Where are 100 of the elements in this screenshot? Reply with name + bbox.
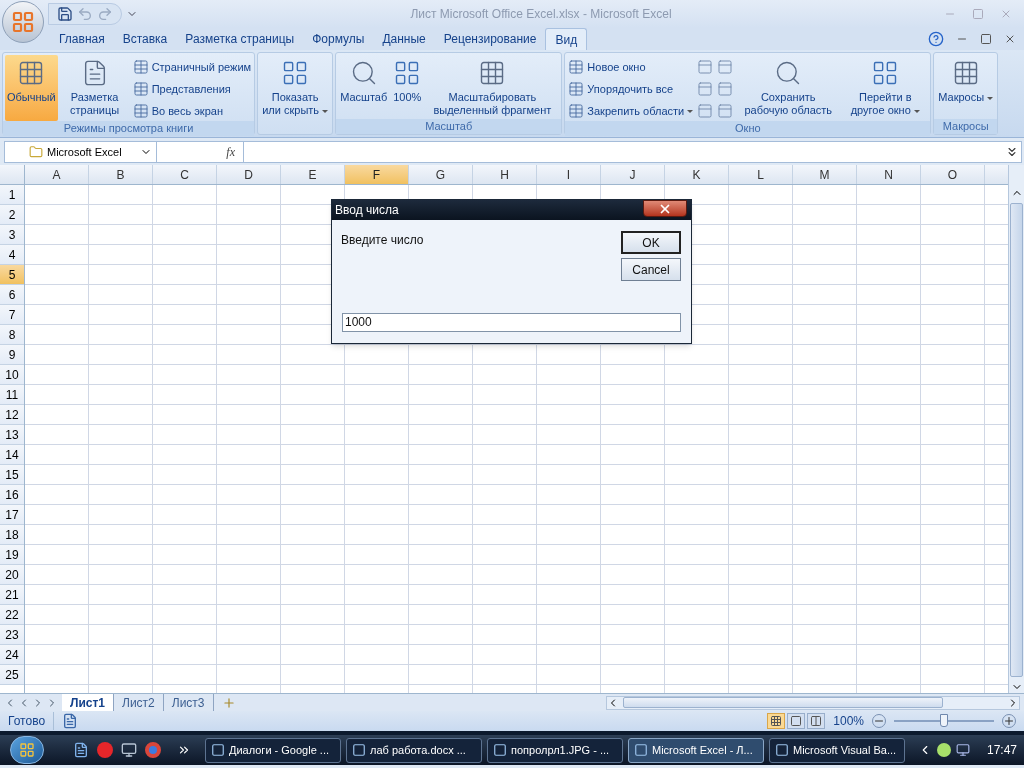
row-header[interactable]: 20 xyxy=(0,565,24,585)
ribbon-tab[interactable]: Главная xyxy=(50,28,114,50)
document-icon[interactable] xyxy=(73,742,89,758)
window-tool-button[interactable] xyxy=(696,57,715,77)
dialog-button[interactable]: OK xyxy=(621,231,681,254)
view-button[interactable] xyxy=(787,713,806,729)
ribbon-button[interactable]: Новое окно xyxy=(567,57,695,77)
row-header[interactable]: 19 xyxy=(0,545,24,565)
more-icon[interactable] xyxy=(177,743,191,757)
column-header[interactable]: F xyxy=(345,165,409,184)
taskbar-button[interactable]: Microsoft Excel - Л... xyxy=(628,737,764,763)
window-tool-button[interactable] xyxy=(716,57,735,77)
close-button[interactable] xyxy=(643,200,687,217)
taskbar-button[interactable]: попролрл1.JPG - ... xyxy=(487,737,623,763)
help-icon[interactable] xyxy=(928,31,944,47)
zoom-track[interactable] xyxy=(894,714,994,728)
dialog-button[interactable]: Cancel xyxy=(621,258,681,281)
row-header[interactable]: 13 xyxy=(0,425,24,445)
vertical-scrollbar[interactable] xyxy=(1008,165,1024,693)
ribbon-button[interactable]: Упорядочить все xyxy=(567,79,695,99)
column-header[interactable]: L xyxy=(729,165,793,184)
column-header[interactable]: C xyxy=(153,165,217,184)
row-header[interactable]: 17 xyxy=(0,505,24,525)
ribbon-tab[interactable]: Вид xyxy=(545,28,588,50)
row-header[interactable]: 25 xyxy=(0,665,24,685)
row-header[interactable]: 11 xyxy=(0,385,24,405)
view-button[interactable] xyxy=(767,713,786,729)
ribbon-button[interactable]: Масштаб xyxy=(338,55,390,119)
row-header[interactable]: 16 xyxy=(0,485,24,505)
row-header[interactable]: 22 xyxy=(0,605,24,625)
column-header[interactable]: H xyxy=(473,165,537,184)
cell-grid[interactable] xyxy=(25,185,1008,693)
window-tool-button[interactable] xyxy=(696,101,715,121)
restore-icon[interactable] xyxy=(980,33,992,45)
expand-icon[interactable] xyxy=(1005,145,1019,159)
row-header[interactable]: 21 xyxy=(0,585,24,605)
row-header[interactable]: 3 xyxy=(0,225,24,245)
column-header[interactable]: I xyxy=(537,165,601,184)
name-box[interactable]: Microsoft Excel xyxy=(5,142,157,162)
ribbon-tab[interactable]: Данные xyxy=(373,28,435,50)
row-header[interactable]: 15 xyxy=(0,465,24,485)
close-icon[interactable] xyxy=(1004,33,1016,45)
insert-function-button[interactable]: fx xyxy=(157,143,243,161)
ribbon-button[interactable]: Перейти в другое окно xyxy=(842,55,929,121)
network-icon[interactable] xyxy=(956,743,970,757)
row-header[interactable]: 1 xyxy=(0,185,24,205)
save-icon[interactable] xyxy=(57,6,73,22)
start-button[interactable] xyxy=(10,736,44,764)
ribbon-button[interactable]: Обычный xyxy=(5,55,58,121)
taskbar-button[interactable]: Диалоги - Google ... xyxy=(205,737,341,763)
ribbon-button[interactable]: Закрепить области xyxy=(567,101,695,121)
row-header[interactable]: 10 xyxy=(0,365,24,385)
zoom-slider-thumb[interactable] xyxy=(940,714,948,727)
sheet-tab[interactable]: Лист1 xyxy=(62,694,115,711)
column-header[interactable]: G xyxy=(409,165,473,184)
macro-record-icon[interactable] xyxy=(62,713,79,729)
column-header[interactable]: K xyxy=(665,165,729,184)
redo-icon[interactable] xyxy=(97,6,113,22)
window-tool-button[interactable] xyxy=(696,79,715,99)
row-header[interactable]: 8 xyxy=(0,325,24,345)
ribbon-button[interactable]: Разметка страницы xyxy=(59,55,130,121)
column-header[interactable]: O xyxy=(921,165,985,184)
window-tool-button[interactable] xyxy=(716,79,735,99)
row-header[interactable]: 24 xyxy=(0,645,24,665)
taskbar-button[interactable]: Microsoft Visual Ba... xyxy=(769,737,905,763)
column-header[interactable]: A xyxy=(25,165,89,184)
column-header[interactable]: B xyxy=(89,165,153,184)
row-header[interactable]: 7 xyxy=(0,305,24,325)
column-header[interactable]: M xyxy=(793,165,857,184)
window-tool-button[interactable] xyxy=(716,101,735,121)
row-header[interactable]: 14 xyxy=(0,445,24,465)
zoom-in-icon[interactable] xyxy=(1002,714,1016,728)
ribbon-tab[interactable]: Рецензирование xyxy=(434,28,546,50)
ribbon-tab[interactable]: Разметка страницы xyxy=(176,28,304,50)
tray-icon[interactable] xyxy=(937,743,951,757)
ribbon-button[interactable]: Представления xyxy=(131,79,253,99)
input-field[interactable]: 1000 xyxy=(342,312,681,332)
ribbon-tab[interactable]: Формулы xyxy=(303,28,374,50)
row-header[interactable]: 6 xyxy=(0,285,24,305)
column-header[interactable]: N xyxy=(857,165,921,184)
ribbon-tab[interactable]: Вставка xyxy=(113,28,177,50)
row-header[interactable]: 5 xyxy=(0,265,24,285)
ribbon-button[interactable]: Макросы xyxy=(936,55,996,119)
horizontal-scrollbar[interactable] xyxy=(605,695,1020,710)
new-sheet-icon[interactable] xyxy=(221,695,236,710)
row-header[interactable]: 12 xyxy=(0,405,24,425)
taskbar-button[interactable]: лаб работа.docx ... xyxy=(346,737,482,763)
row-header[interactable]: 9 xyxy=(0,345,24,365)
ribbon-button[interactable]: Сохранить рабочую область xyxy=(736,55,841,121)
column-header[interactable]: D xyxy=(217,165,281,184)
view-button[interactable] xyxy=(807,713,826,729)
ribbon-button[interactable]: Во весь экран xyxy=(131,101,253,121)
ribbon-button[interactable]: Страничный режим xyxy=(131,57,253,77)
column-header[interactable]: J xyxy=(601,165,665,184)
clock[interactable]: 17:47 xyxy=(987,741,1018,759)
maximize-icon[interactable] xyxy=(972,8,984,20)
ribbon-button[interactable]: 100% xyxy=(391,55,424,119)
row-header[interactable]: 18 xyxy=(0,525,24,545)
row-header[interactable]: 23 xyxy=(0,625,24,645)
row-header[interactable]: 2 xyxy=(0,205,24,225)
